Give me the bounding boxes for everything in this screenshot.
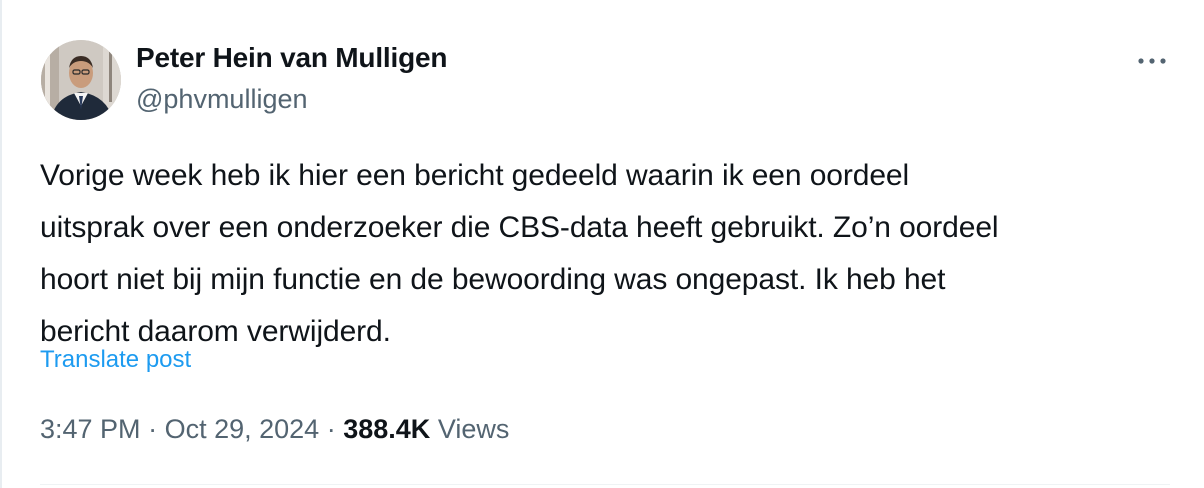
post-text-line: bericht daarom verwijderd. — [40, 315, 391, 348]
divider — [40, 484, 1170, 485]
post-time[interactable]: 3:47 PM — [40, 414, 141, 444]
more-horizontal-icon — [1138, 58, 1166, 64]
post-text-line: Vorige week heb ik hier een bericht gede… — [40, 159, 910, 192]
post-text: Vorige week heb ik hier een bericht gede… — [40, 150, 1180, 358]
meta-separator: · — [326, 414, 336, 444]
translate-post-link[interactable]: Translate post — [40, 346, 191, 374]
avatar[interactable] — [41, 40, 121, 120]
more-options-button[interactable] — [1130, 46, 1174, 76]
views-count[interactable]: 388.4K — [343, 414, 430, 444]
author-display-name[interactable]: Peter Hein van Mulligen — [136, 42, 447, 74]
left-border — [0, 0, 2, 488]
author-handle[interactable]: @phvmulligen — [136, 84, 308, 115]
post-metadata: 3:47 PM · Oct 29, 2024 · 388.4K Views — [40, 414, 509, 445]
meta-separator: · — [148, 414, 158, 444]
views-label[interactable]: Views — [438, 414, 510, 444]
post-text-line: hoort niet bij mijn functie en de bewoor… — [40, 263, 946, 296]
post-text-line: uitsprak over een onderzoeker die CBS-da… — [40, 211, 999, 244]
post-date[interactable]: Oct 29, 2024 — [165, 414, 320, 444]
